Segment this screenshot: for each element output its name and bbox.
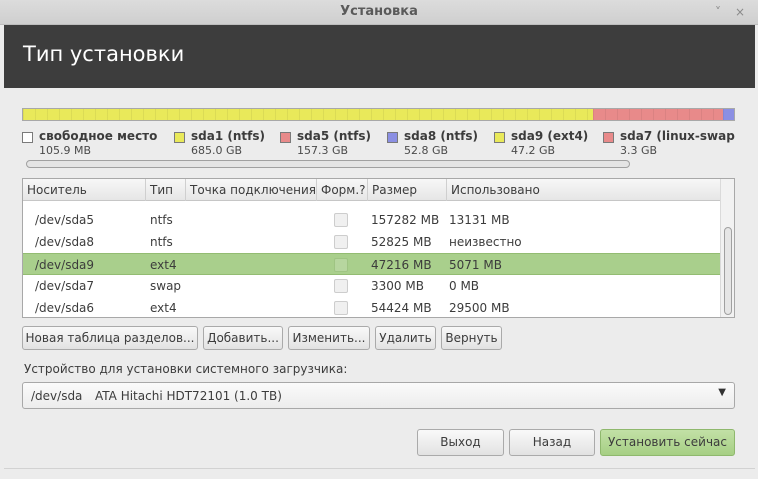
header-banner: Тип установки: [4, 25, 755, 88]
cell-size: 47216 MB: [371, 258, 432, 272]
bootloader-device: /dev/sda: [31, 389, 83, 403]
table-header: Носитель Тип Точка подключения Форм.? Ра…: [23, 179, 720, 201]
partition-bar-segment: [23, 109, 593, 120]
bootloader-label: Устройство для установки системного загр…: [24, 362, 348, 376]
legend-scrollbar[interactable]: [22, 158, 735, 170]
bootloader-device-select[interactable]: /dev/sda ATA Hitachi HDT72101 (1.0 TB) ▼: [22, 382, 735, 409]
legend-size: 157.3 GB: [297, 144, 349, 157]
table-row[interactable]: /dev/sda9 ext4 47216 MB 5071 MB: [23, 253, 720, 275]
scrollbar-thumb[interactable]: [724, 227, 732, 315]
bootloader-device-model: ATA Hitachi HDT72101 (1.0 TB): [95, 389, 282, 403]
legend-name: sda9 (ext4): [511, 129, 589, 143]
quit-button[interactable]: Выход: [417, 429, 504, 456]
revert-button[interactable]: Вернуть: [441, 326, 502, 350]
legend-size: 105.9 MB: [39, 144, 92, 157]
page-title: Тип установки: [23, 42, 185, 66]
format-checkbox[interactable]: [334, 279, 348, 293]
cell-type: ext4: [150, 258, 177, 272]
cell-device: /dev/sda6: [35, 301, 95, 315]
column-header-mount[interactable]: Точка подключения: [186, 179, 317, 201]
scrollbar-thumb[interactable]: [26, 160, 630, 168]
format-checkbox[interactable]: [334, 301, 348, 315]
cell-used: неизвестно: [449, 235, 522, 249]
legend-swatch: [280, 132, 291, 143]
cell-device: /dev/sda8: [35, 235, 95, 249]
new-partition-table-button[interactable]: Новая таблица разделов...: [22, 326, 198, 350]
cell-device: /dev/sda9: [35, 258, 95, 272]
legend-size: 47.2 GB: [511, 144, 556, 157]
cell-used: 0 MB: [449, 279, 480, 293]
cell-used: 13131 MB: [449, 213, 510, 227]
legend-size: 52.8 GB: [404, 144, 449, 157]
legend-name: свободное место: [39, 129, 158, 143]
partition-legend: свободное место 105.9 MB sda1 (ntfs) 685.0 …: [22, 129, 735, 159]
cell-used: 29500 MB: [449, 301, 510, 315]
partition-table: Носитель Тип Точка подключения Форм.? Ра…: [22, 178, 735, 318]
legend-name: sda5 (ntfs): [297, 129, 371, 143]
table-row[interactable]: /dev/sda5 ntfs 157282 MB 13131 MB: [23, 209, 720, 231]
cell-size: 3300 MB: [371, 279, 424, 293]
format-checkbox[interactable]: [334, 258, 348, 272]
footer-divider: [4, 468, 755, 469]
cell-type: swap: [150, 279, 182, 293]
legend-name: sda1 (ntfs): [191, 129, 265, 143]
table-row[interactable]: /dev/sda7 swap 3300 MB 0 MB: [23, 275, 720, 297]
install-now-button[interactable]: Установить сейчас: [600, 429, 735, 456]
change-partition-button[interactable]: Изменить...: [288, 326, 370, 350]
legend-swatch: [174, 132, 185, 143]
cell-device: /dev/sda7: [35, 279, 95, 293]
partition-bar-segment: [723, 109, 734, 120]
back-button[interactable]: Назад: [509, 429, 595, 456]
table-body: /dev/sda5 ntfs 157282 MB 13131 MB/dev/sda8 n…: [23, 201, 720, 317]
column-header-format[interactable]: Форм.?: [317, 179, 368, 201]
add-partition-button[interactable]: Добавить...: [203, 326, 283, 350]
cell-size: 54424 MB: [371, 301, 432, 315]
delete-partition-button[interactable]: Удалить: [375, 326, 436, 350]
table-scrollbar[interactable]: [720, 179, 734, 317]
cell-type: ntfs: [150, 235, 173, 249]
cell-type: ext4: [150, 301, 177, 315]
legend-swatch: [494, 132, 505, 143]
window-title: Установка: [340, 4, 418, 19]
cell-device: /dev/sda5: [35, 213, 95, 227]
title-bar: Установка ˅ ×: [0, 0, 758, 25]
minimize-icon[interactable]: ˅: [711, 5, 725, 19]
chevron-down-icon: ▼: [718, 387, 726, 398]
cell-type: ntfs: [150, 213, 173, 227]
format-checkbox[interactable]: [334, 213, 348, 227]
legend-swatch: [22, 132, 33, 143]
table-row[interactable]: /dev/sda6 ext4 54424 MB 29500 MB: [23, 297, 720, 317]
column-header-device[interactable]: Носитель: [23, 179, 146, 201]
column-header-type[interactable]: Тип: [146, 179, 186, 201]
cell-size: 157282 MB: [371, 213, 440, 227]
close-icon[interactable]: ×: [733, 5, 747, 19]
installer-window: Установка ˅ × Тип установки свободное ме…: [0, 0, 758, 479]
partition-bar: [22, 108, 735, 121]
legend-swatch: [387, 132, 398, 143]
legend-name: sda7 (linux-swap): [620, 129, 735, 143]
format-checkbox[interactable]: [334, 235, 348, 249]
table-row[interactable]: /dev/sda8 ntfs 52825 MB неизвестно: [23, 231, 720, 253]
column-header-size[interactable]: Размер: [368, 179, 447, 201]
cell-used: 5071 MB: [449, 258, 502, 272]
column-header-used[interactable]: Использовано: [447, 179, 720, 201]
cell-size: 52825 MB: [371, 235, 432, 249]
legend-size: 685.0 GB: [191, 144, 243, 157]
partition-bar-segment: [592, 109, 724, 120]
legend-name: sda8 (ntfs): [404, 129, 478, 143]
legend-swatch: [603, 132, 614, 143]
legend-size: 3.3 GB: [620, 144, 658, 157]
